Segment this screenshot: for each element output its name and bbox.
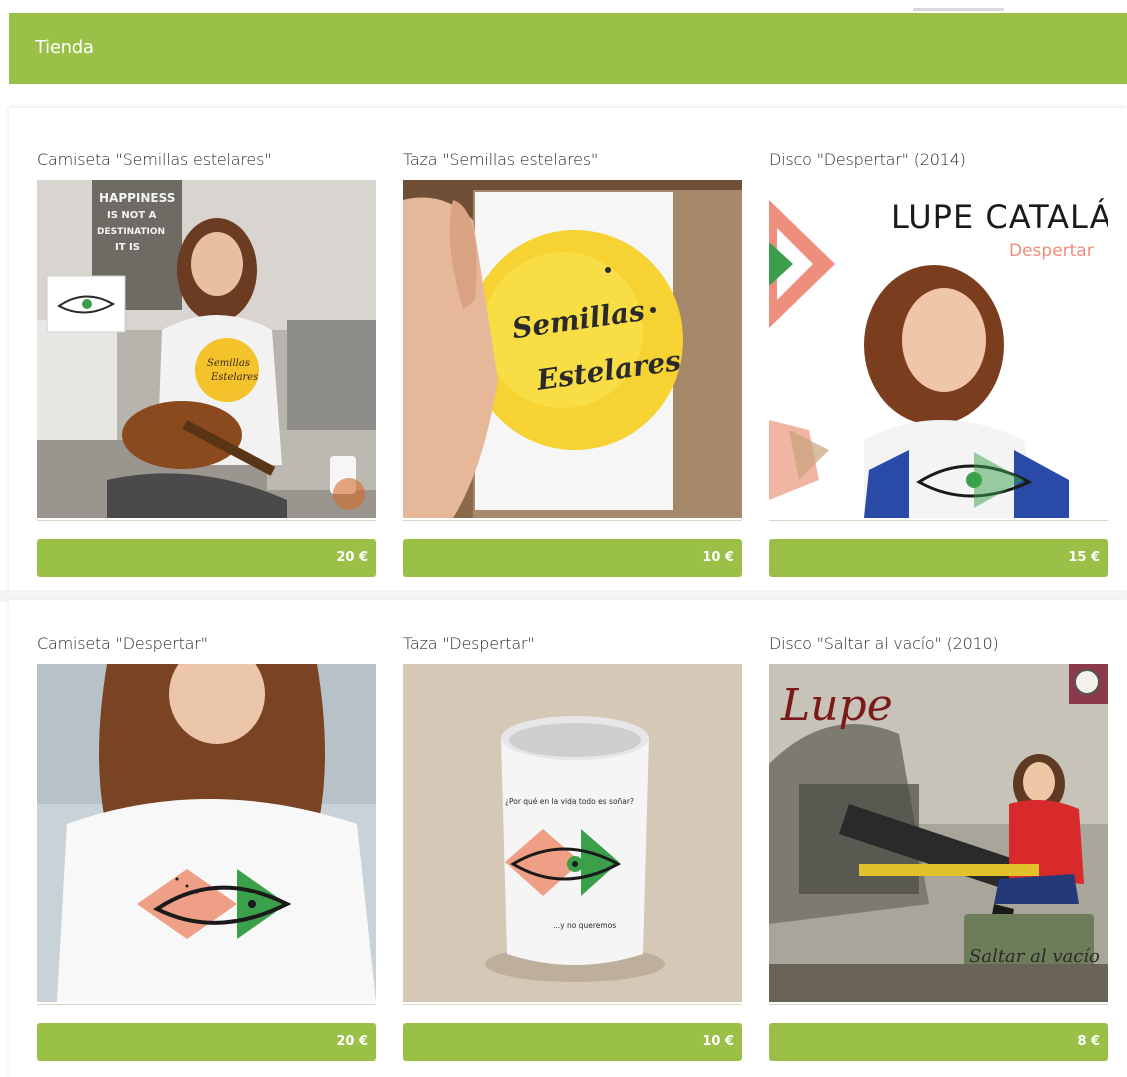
card-divider: [403, 520, 742, 521]
product-title[interactable]: Camiseta "Despertar": [37, 634, 208, 653]
product-title[interactable]: Camiseta "Semillas estelares": [37, 150, 272, 169]
poster-text: HAPPINESS: [99, 191, 175, 205]
svg-text:Despertar: Despertar: [1009, 241, 1094, 261]
svg-text:¿Por qué en la vida todo es so: ¿Por qué en la vida todo es soñar?: [505, 797, 634, 806]
price-button[interactable]: 15 €: [769, 539, 1108, 577]
card-divider: [769, 520, 1108, 521]
svg-text:DESTINATION: DESTINATION: [97, 227, 165, 237]
product-image-woman-guitar[interactable]: HAPPINESS IS NOT A DESTINATION IT IS Sem…: [37, 180, 376, 518]
price-button[interactable]: 10 €: [403, 539, 742, 577]
page-header-bar: Tienda: [9, 13, 1127, 84]
product-title[interactable]: Taza "Semillas estelares": [403, 150, 598, 169]
product-image-mug-semillas[interactable]: Semillas Estelares: [403, 180, 742, 518]
product-title[interactable]: Disco "Despertar" (2014): [769, 150, 966, 169]
card-divider: [37, 520, 376, 521]
top-indicator-line: [913, 8, 1004, 11]
product-image-woman-despertar-tshirt[interactable]: [37, 664, 376, 1002]
svg-text:LUPE CATALÁ: LUPE CATALÁ: [891, 198, 1108, 236]
card-divider: [769, 1004, 1108, 1005]
card-divider: [403, 1004, 742, 1005]
svg-text:IS NOT A: IS NOT A: [107, 210, 157, 221]
svg-text:Semillas: Semillas: [207, 358, 250, 369]
price-button[interactable]: 20 €: [37, 539, 376, 577]
product-image-album-despertar[interactable]: LUPE CATALÁ Despertar: [769, 180, 1108, 518]
svg-text:Lupe: Lupe: [780, 680, 893, 731]
price-button[interactable]: 8 €: [769, 1023, 1108, 1061]
page-title: Tienda: [35, 37, 94, 58]
product-title[interactable]: Disco "Saltar al vacío" (2010): [769, 634, 999, 653]
svg-text:IT IS: IT IS: [115, 242, 140, 253]
svg-text:Saltar al vacío: Saltar al vacío: [969, 946, 1100, 967]
price-button[interactable]: 20 €: [37, 1023, 376, 1061]
card-divider: [37, 1004, 376, 1005]
product-title[interactable]: Taza "Despertar": [403, 634, 535, 653]
svg-text:Estelares: Estelares: [210, 372, 258, 383]
svg-text:...y no queremos: ...y no queremos: [553, 921, 616, 930]
product-image-album-saltar-al-vacio[interactable]: Lupe Saltar al vacío: [769, 664, 1108, 1002]
product-image-mug-despertar[interactable]: ¿Por qué en la vida todo es soñar? ...y …: [403, 664, 742, 1002]
price-button[interactable]: 10 €: [403, 1023, 742, 1061]
